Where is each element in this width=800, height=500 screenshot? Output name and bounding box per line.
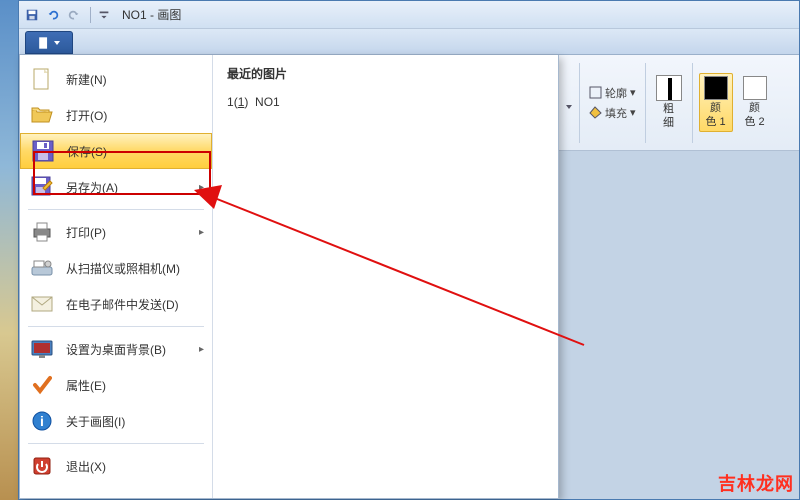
ribbon-separator xyxy=(579,63,580,143)
stroke-preview-icon xyxy=(656,75,682,101)
menu-item-desktop-bg[interactable]: 设置为桌面背景(B) xyxy=(20,331,212,367)
content-area: 新建(N) 打开(O) 保存(S) 另存为(A) 打印(P) xyxy=(19,55,799,499)
qat-save-icon[interactable] xyxy=(23,6,41,24)
color1-button[interactable]: 颜 色 1 xyxy=(699,73,733,131)
chevron-down-icon[interactable] xyxy=(565,93,573,113)
menu-item-save[interactable]: 保存(S) xyxy=(20,133,212,169)
color1-swatch xyxy=(704,76,728,100)
canvas-background xyxy=(559,151,799,499)
menu-label: 另存为(A) xyxy=(66,179,118,196)
outline-button[interactable]: 轮廓▾ xyxy=(586,84,639,102)
title-bar: NO1 - 画图 xyxy=(19,1,799,29)
menu-item-exit[interactable]: 退出(X) xyxy=(20,448,212,484)
menu-item-new[interactable]: 新建(N) xyxy=(20,61,212,97)
qat-separator xyxy=(90,7,91,23)
menu-label: 属性(E) xyxy=(66,377,106,394)
save-icon xyxy=(31,139,55,163)
qat-customize-icon[interactable] xyxy=(95,6,113,24)
ribbon-separator xyxy=(645,63,646,143)
window-title: NO1 - 画图 xyxy=(122,6,181,23)
stroke-width-button[interactable]: 粗 细 xyxy=(652,73,686,131)
menu-label: 从扫描仪或照相机(M) xyxy=(66,260,180,277)
file-tab[interactable] xyxy=(25,31,73,54)
fill-button[interactable]: 填充▾ xyxy=(586,104,639,122)
ribbon-partial: 轮廓▾ 填充▾ 粗 细 颜 色 1 颜 色 2 xyxy=(559,55,799,151)
menu-item-open[interactable]: 打开(O) xyxy=(20,97,212,133)
file-menu-panel: 新建(N) 打开(O) 保存(S) 另存为(A) 打印(P) xyxy=(19,55,559,499)
file-menu-list: 新建(N) 打开(O) 保存(S) 另存为(A) 打印(P) xyxy=(20,55,213,498)
menu-label: 关于画图(I) xyxy=(66,413,125,430)
menu-item-print[interactable]: 打印(P) xyxy=(20,214,212,250)
desktop-bg-icon xyxy=(30,337,54,361)
qat-redo-icon[interactable] xyxy=(65,6,83,24)
paint-window: NO1 - 画图 新建(N) 打开(O) 保存(S) xyxy=(18,0,800,500)
properties-icon xyxy=(30,373,54,397)
about-icon: i xyxy=(30,409,54,433)
desktop-background-strip xyxy=(0,0,18,500)
recent-files-panel: 最近的图片 1(1) NO1 xyxy=(213,55,558,498)
ribbon-separator xyxy=(692,63,693,143)
menu-label: 新建(N) xyxy=(66,71,107,88)
menu-separator xyxy=(28,209,204,210)
menu-label: 打开(O) xyxy=(66,107,107,124)
email-icon xyxy=(30,292,54,316)
qat-undo-icon[interactable] xyxy=(44,6,62,24)
menu-item-about[interactable]: i 关于画图(I) xyxy=(20,403,212,439)
ribbon-tab-row xyxy=(19,29,799,55)
menu-label: 在电子邮件中发送(D) xyxy=(66,296,179,313)
recent-header: 最近的图片 xyxy=(227,65,544,82)
file-new-icon xyxy=(30,67,54,91)
svg-text:i: i xyxy=(40,413,44,429)
menu-label: 打印(P) xyxy=(66,224,106,241)
print-icon xyxy=(30,220,54,244)
menu-item-save-as[interactable]: 另存为(A) xyxy=(20,169,212,205)
recent-file-item[interactable]: 1(1) NO1 xyxy=(227,92,544,112)
color2-swatch xyxy=(743,76,767,100)
watermark-text: 吉林龙网 xyxy=(718,470,794,496)
color2-button[interactable]: 颜 色 2 xyxy=(739,74,771,130)
folder-open-icon xyxy=(30,103,54,127)
save-as-icon xyxy=(30,175,54,199)
exit-icon xyxy=(30,454,54,478)
scanner-icon xyxy=(30,256,54,280)
menu-item-scanner[interactable]: 从扫描仪或照相机(M) xyxy=(20,250,212,286)
menu-label: 设置为桌面背景(B) xyxy=(66,341,166,358)
menu-separator xyxy=(28,443,204,444)
menu-label: 退出(X) xyxy=(66,458,106,475)
menu-item-email[interactable]: 在电子邮件中发送(D) xyxy=(20,286,212,322)
menu-label: 保存(S) xyxy=(67,143,107,160)
menu-item-properties[interactable]: 属性(E) xyxy=(20,367,212,403)
menu-separator xyxy=(28,326,204,327)
